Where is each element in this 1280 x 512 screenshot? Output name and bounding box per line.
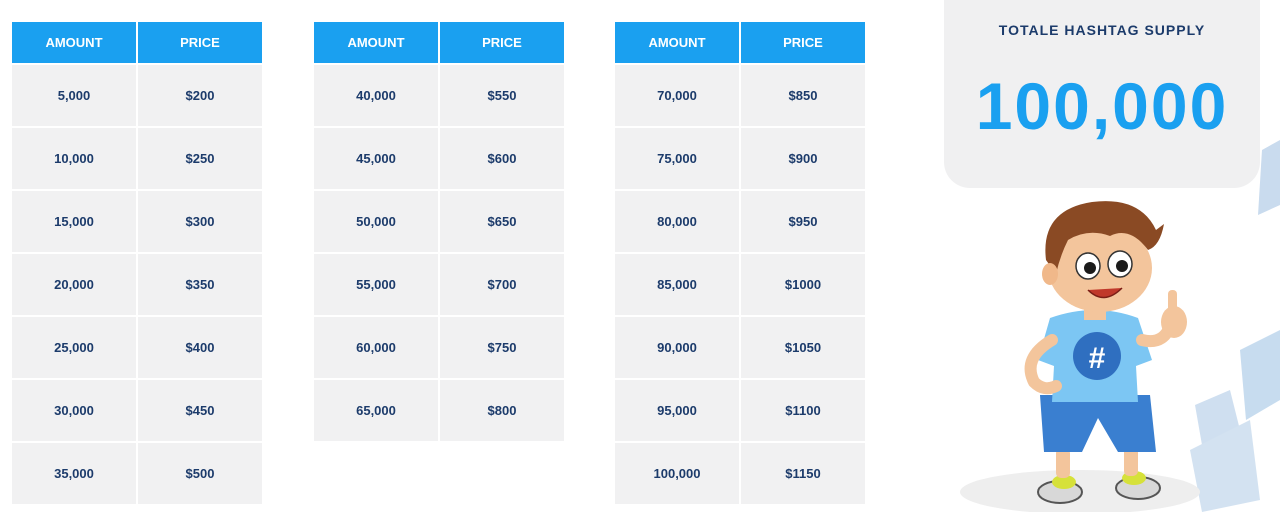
header-amount: AMOUNT xyxy=(314,22,438,63)
amount-cell: 20,000 xyxy=(12,254,136,315)
price-table-3: AMOUNT PRICE 70,000 $850 75,000 $900 80,000 $95… xyxy=(613,20,867,506)
table-row: 55,000 $700 xyxy=(314,254,564,315)
price-cell: $1000 xyxy=(741,254,865,315)
header-amount: AMOUNT xyxy=(12,22,136,63)
price-cell: $1100 xyxy=(741,380,865,441)
price-cell: $600 xyxy=(440,128,564,189)
amount-cell: 35,000 xyxy=(12,443,136,504)
amount-cell: 10,000 xyxy=(12,128,136,189)
price-cell: $450 xyxy=(138,380,262,441)
price-cell: $650 xyxy=(440,191,564,252)
price-cell: $800 xyxy=(440,380,564,441)
amount-cell: 70,000 xyxy=(615,65,739,126)
header-amount: AMOUNT xyxy=(615,22,739,63)
table-row: 90,000 $1050 xyxy=(615,317,865,378)
amount-cell: 95,000 xyxy=(615,380,739,441)
amount-cell: 65,000 xyxy=(314,380,438,441)
supply-card: TOTALE HASHTAG SUPPLY 100,000 xyxy=(944,0,1260,188)
amount-cell: 25,000 xyxy=(12,317,136,378)
price-cell: $250 xyxy=(138,128,262,189)
table-header-row: AMOUNT PRICE xyxy=(615,22,865,63)
price-cell: $850 xyxy=(741,65,865,126)
amount-cell: 15,000 xyxy=(12,191,136,252)
supply-title: TOTALE HASHTAG SUPPLY xyxy=(998,22,1206,38)
price-cell: $900 xyxy=(741,128,865,189)
table-row: 60,000 $750 xyxy=(314,317,564,378)
amount-cell: 100,000 xyxy=(615,443,739,504)
amount-cell: 90,000 xyxy=(615,317,739,378)
amount-cell: 85,000 xyxy=(615,254,739,315)
table-row: 10,000 $250 xyxy=(12,128,262,189)
price-cell: $950 xyxy=(741,191,865,252)
table-header-row: AMOUNT PRICE xyxy=(314,22,564,63)
amount-cell: 30,000 xyxy=(12,380,136,441)
table-row: 50,000 $650 xyxy=(314,191,564,252)
table-row: 100,000 $1150 xyxy=(615,443,865,504)
price-table-2: AMOUNT PRICE 40,000 $550 45,000 $600 50,000 $65… xyxy=(312,20,566,443)
price-cell: $550 xyxy=(440,65,564,126)
table-row: 5,000 $200 xyxy=(12,65,262,126)
table-row: 35,000 $500 xyxy=(12,443,262,504)
table-row: 30,000 $450 xyxy=(12,380,262,441)
price-cell: $750 xyxy=(440,317,564,378)
price-cell: $300 xyxy=(138,191,262,252)
header-price: PRICE xyxy=(741,22,865,63)
price-cell: $1050 xyxy=(741,317,865,378)
amount-cell: 50,000 xyxy=(314,191,438,252)
amount-cell: 55,000 xyxy=(314,254,438,315)
price-cell: $1150 xyxy=(741,443,865,504)
table-row: 75,000 $900 xyxy=(615,128,865,189)
price-cell: $700 xyxy=(440,254,564,315)
mascot-illustration: # xyxy=(1024,201,1187,504)
price-cell: $200 xyxy=(138,65,262,126)
table-row: 70,000 $850 xyxy=(615,65,865,126)
supply-value: 100,000 xyxy=(975,69,1229,143)
price-cell: $400 xyxy=(138,317,262,378)
header-price: PRICE xyxy=(440,22,564,63)
table-row: 80,000 $950 xyxy=(615,191,865,252)
amount-cell: 40,000 xyxy=(314,65,438,126)
price-cell: $500 xyxy=(138,443,262,504)
table-row: 40,000 $550 xyxy=(314,65,564,126)
table-row: 25,000 $400 xyxy=(12,317,262,378)
amount-cell: 80,000 xyxy=(615,191,739,252)
amount-cell: 5,000 xyxy=(12,65,136,126)
table-row: 45,000 $600 xyxy=(314,128,564,189)
price-cell: $350 xyxy=(138,254,262,315)
header-price: PRICE xyxy=(138,22,262,63)
amount-cell: 60,000 xyxy=(314,317,438,378)
amount-cell: 75,000 xyxy=(615,128,739,189)
table-row: 95,000 $1100 xyxy=(615,380,865,441)
price-table-1: AMOUNT PRICE 5,000 $200 10,000 $250 15,000 $300… xyxy=(10,20,264,506)
table-row: 85,000 $1000 xyxy=(615,254,865,315)
table-row: 65,000 $800 xyxy=(314,380,564,441)
table-row: 15,000 $300 xyxy=(12,191,262,252)
amount-cell: 45,000 xyxy=(314,128,438,189)
table-header-row: AMOUNT PRICE xyxy=(12,22,262,63)
table-row: 20,000 $350 xyxy=(12,254,262,315)
hash-badge-symbol: # xyxy=(1089,342,1106,375)
